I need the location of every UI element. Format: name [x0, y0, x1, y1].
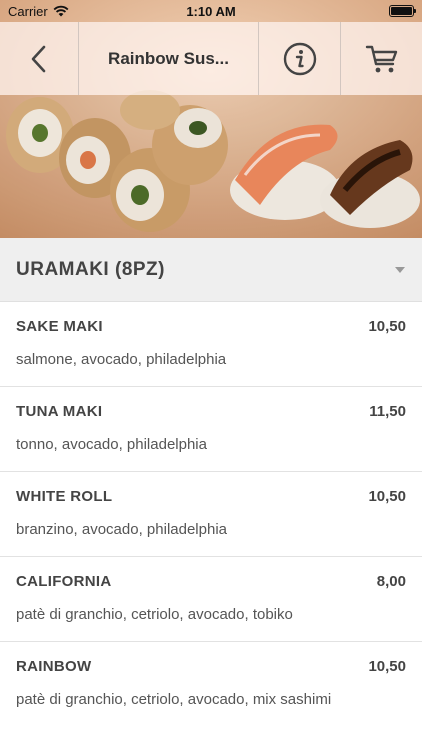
item-header: CALIFORNIA 8,00 [16, 573, 406, 590]
item-description: patè di granchio, cetriolo, avocado, mix… [16, 691, 332, 708]
item-header: WHITE ROLL 10,50 [16, 488, 406, 505]
battery-level [391, 7, 412, 15]
cart-icon [365, 45, 397, 72]
item-description: branzino, avocado, philadelphia [16, 521, 227, 538]
item-name: RAINBOW [16, 658, 92, 675]
battery-icon [389, 5, 416, 17]
item-name: WHITE ROLL [16, 488, 113, 505]
menu-list: SAKE MAKI 10,50 salmone, avocado, philad… [0, 302, 422, 750]
item-description: salmone, avocado, philadelphia [16, 351, 227, 368]
cart-button[interactable] [341, 22, 422, 95]
back-button[interactable] [0, 22, 79, 95]
item-price: 10,50 [368, 318, 406, 335]
item-header: SAKE MAKI 10,50 [16, 318, 406, 335]
item-description: tonno, avocado, philadelphia [16, 436, 207, 453]
menu-item[interactable]: TUNA MAKI 11,50 tonno, avocado, philadel… [0, 387, 422, 472]
caret-down-icon [395, 266, 405, 273]
chevron-left-icon [31, 45, 46, 72]
item-price: 10,50 [368, 488, 406, 505]
item-price: 11,50 [369, 403, 406, 420]
restaurant-title: Rainbow Sus... [108, 48, 229, 68]
category-header[interactable]: URAMAKI (8PZ) [0, 238, 422, 302]
nav-title-container: Rainbow Sus... [79, 22, 259, 95]
item-price: 10,50 [368, 658, 406, 675]
menu-item[interactable]: SAKE MAKI 10,50 salmone, avocado, philad… [0, 302, 422, 387]
item-price: 8,00 [376, 573, 406, 590]
category-title: URAMAKI (8PZ) [16, 258, 165, 280]
item-name: TUNA MAKI [16, 403, 103, 420]
item-name: SAKE MAKI [16, 318, 103, 335]
nav-bar: Rainbow Sus... [0, 22, 422, 95]
item-name: CALIFORNIA [16, 573, 112, 590]
status-bar: Carrier 1:10 AM [0, 0, 422, 22]
item-description: patè di granchio, cetriolo, avocado, tob… [16, 606, 293, 623]
wifi-icon [53, 5, 69, 17]
info-circle-icon [283, 42, 316, 75]
carrier-label: Carrier [8, 3, 48, 19]
item-header: RAINBOW 10,50 [16, 658, 406, 675]
status-left: Carrier [8, 4, 69, 19]
info-button[interactable] [259, 22, 341, 95]
menu-item[interactable]: WHITE ROLL 10,50 branzino, avocado, phil… [0, 472, 422, 557]
menu-item[interactable]: CALIFORNIA 8,00 patè di granchio, cetrio… [0, 557, 422, 642]
menu-item[interactable]: RAINBOW 10,50 patè di granchio, cetriolo… [0, 642, 422, 750]
item-header: TUNA MAKI 11,50 [16, 403, 406, 420]
